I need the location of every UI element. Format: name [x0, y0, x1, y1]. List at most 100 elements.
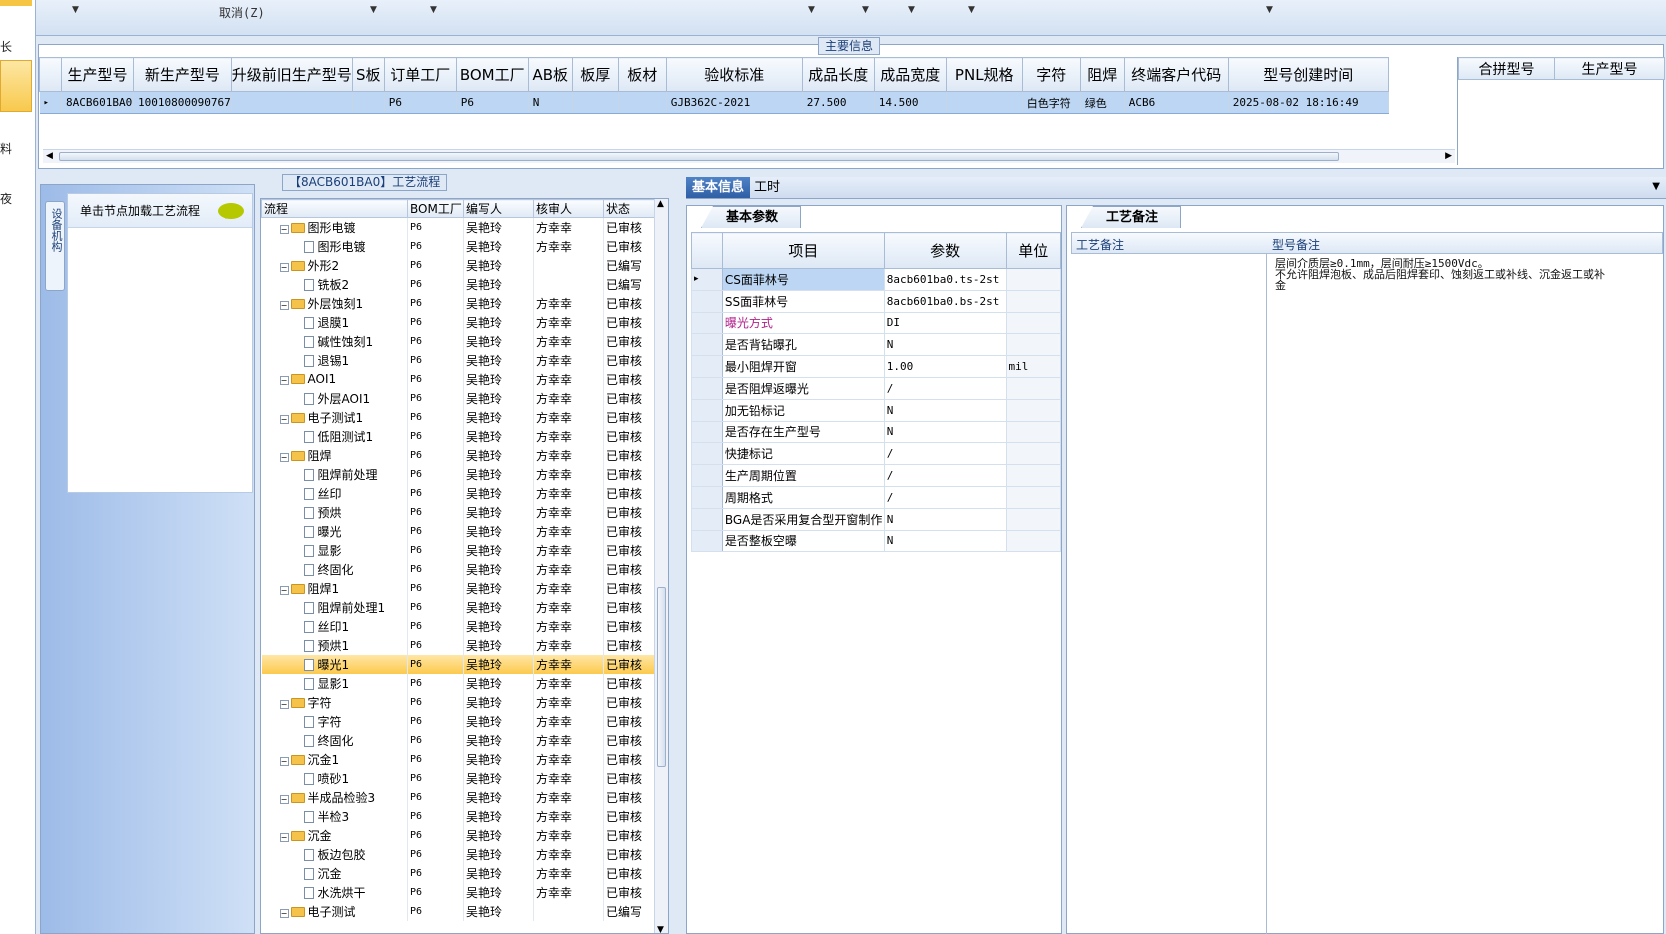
main-col-header[interactable]: 订单工厂: [383, 57, 457, 92]
param-value[interactable]: N: [883, 398, 1007, 422]
tree-node[interactable]: 半检3: [261, 806, 408, 826]
tree-row[interactable]: 丝印1 P6 吴艳玲 方幸幸 已审核: [261, 616, 656, 636]
main-cell[interactable]: [946, 91, 1023, 114]
collapse-icon[interactable]: −: [279, 908, 289, 918]
model-remark-text[interactable]: 层间介质层≥0.1mm，层间耐压≥1500Vdc。 不允许阻焊泡板、成品后阻焊套…: [1275, 258, 1645, 291]
tree-row[interactable]: 曝光1 P6 吴艳玲 方幸幸 已审核: [261, 654, 656, 674]
main-col-header[interactable]: 成品长度: [801, 57, 875, 92]
param-row[interactable]: 快捷标记 /: [691, 442, 1061, 466]
tree-node[interactable]: 喷砂1: [261, 768, 408, 788]
merge-col-header[interactable]: 合拼型号: [1458, 57, 1555, 80]
param-unit[interactable]: [1005, 376, 1061, 400]
param-row[interactable]: ▸ CS面菲林号 8acb601ba0.ts-2st: [691, 268, 1061, 291]
tree-row[interactable]: 碱性蚀刻1 P6 吴艳玲 方幸幸 已审核: [261, 331, 656, 351]
param-row[interactable]: 是否存在生产型号 N: [691, 420, 1061, 444]
dropdown-arrow-icon[interactable]: ▼: [808, 5, 815, 15]
params-col-header[interactable]: 参数: [883, 232, 1007, 269]
tree-node[interactable]: 板边包胶: [261, 844, 408, 864]
main-col-header[interactable]: 升级前旧生产型号: [230, 57, 353, 92]
nav-side-tab[interactable]: 设备机构: [45, 201, 65, 291]
tree-col-header[interactable]: 状态: [603, 199, 656, 218]
main-cell[interactable]: 27.500: [802, 91, 875, 114]
tree-node[interactable]: 退锡1: [261, 350, 408, 370]
left-nav-label[interactable]: 长: [0, 38, 12, 55]
collapse-icon[interactable]: −: [279, 699, 289, 709]
param-value[interactable]: /: [883, 376, 1007, 400]
collapse-icon[interactable]: −: [279, 794, 289, 804]
tree-row[interactable]: 板边包胶 P6 吴艳玲 方幸幸 已审核: [261, 844, 656, 864]
tree-node[interactable]: − 阻焊: [261, 445, 408, 465]
merge-col-header[interactable]: 生产型号: [1554, 57, 1665, 80]
tree-node[interactable]: − 半成品检验3: [261, 787, 408, 807]
main-cell[interactable]: 14.500: [874, 91, 947, 114]
scroll-thumb[interactable]: [59, 152, 1339, 161]
tree-node[interactable]: 显影: [261, 540, 408, 560]
tree-node[interactable]: 预烘1: [261, 635, 408, 655]
tree-row[interactable]: − 沉金1 P6 吴艳玲 方幸幸 已审核: [261, 749, 656, 769]
tree-node[interactable]: 水洗烘干: [261, 882, 408, 902]
main-cell[interactable]: ACB6: [1124, 91, 1229, 114]
cancel-button[interactable]: 取消(Z): [219, 4, 265, 21]
tree-row[interactable]: 曝光 P6 吴艳玲 方幸幸 已审核: [261, 521, 656, 541]
main-cell[interactable]: 绿色: [1080, 91, 1125, 114]
main-cell[interactable]: [352, 91, 385, 114]
param-unit[interactable]: [1005, 311, 1061, 335]
tree-row[interactable]: 显影1 P6 吴艳玲 方幸幸 已审核: [261, 673, 656, 693]
param-row[interactable]: SS面菲林号 8acb601ba0.bs-2st: [691, 289, 1061, 313]
tree-node[interactable]: 碱性蚀刻1: [261, 331, 408, 351]
tree-row[interactable]: 显影 P6 吴艳玲 方幸幸 已审核: [261, 540, 656, 560]
tree-node[interactable]: 退膜1: [261, 312, 408, 332]
param-unit[interactable]: [1005, 289, 1061, 313]
tree-node[interactable]: 曝光: [261, 521, 408, 541]
param-value[interactable]: 1.00: [883, 355, 1007, 378]
param-unit[interactable]: [1005, 529, 1061, 553]
tree-node[interactable]: 沉金: [261, 863, 408, 883]
remarks-title[interactable]: 工艺备注: [1081, 206, 1181, 228]
tree-node[interactable]: − 外层蚀刻1: [261, 293, 408, 313]
tab-basic-info[interactable]: 基本信息: [686, 177, 751, 198]
tree-row[interactable]: − 外层蚀刻1 P6 吴艳玲 方幸幸 已审核: [261, 293, 656, 313]
tree-row[interactable]: − 阻焊1 P6 吴艳玲 方幸幸 已审核: [261, 578, 656, 598]
tree-node[interactable]: 丝印: [261, 483, 408, 503]
main-col-header[interactable]: BOM工厂: [455, 57, 529, 92]
tree-node[interactable]: 曝光1: [261, 654, 408, 674]
scroll-thumb[interactable]: [657, 587, 666, 767]
param-row[interactable]: 是否背钻曝孔 N: [691, 333, 1061, 357]
tree-row[interactable]: − 图形电镀 P6 吴艳玲 方幸幸 已审核: [261, 217, 656, 237]
tree-row[interactable]: − AOI1 P6 吴艳玲 方幸幸 已审核: [261, 369, 656, 389]
collapse-icon[interactable]: −: [279, 224, 289, 234]
dropdown-arrow-icon[interactable]: ▼: [370, 5, 377, 15]
tree-node[interactable]: 终固化: [261, 559, 408, 579]
dropdown-arrow-icon[interactable]: ▼: [430, 5, 437, 15]
param-row[interactable]: 是否整板空曝 N: [691, 529, 1061, 553]
tree-row[interactable]: − 外形2 P6 吴艳玲 已编写: [261, 255, 656, 275]
param-row[interactable]: 生产周期位置 /: [691, 464, 1061, 487]
param-unit[interactable]: [1005, 507, 1061, 531]
tree-row[interactable]: − 电子测试1 P6 吴艳玲 方幸幸 已审核: [261, 407, 656, 427]
tab-menu-arrow-icon[interactable]: ▼: [1652, 181, 1660, 192]
tree-row[interactable]: − 沉金 P6 吴艳玲 方幸幸 已审核: [261, 825, 656, 845]
tree-col-header[interactable]: BOM工厂: [407, 199, 464, 218]
tree-row[interactable]: 水洗烘干 P6 吴艳玲 方幸幸 已审核: [261, 882, 656, 902]
tree-row[interactable]: 喷砂1 P6 吴艳玲 方幸幸 已审核: [261, 768, 656, 788]
param-value[interactable]: 8acb601ba0.bs-2st: [883, 289, 1007, 313]
main-col-header[interactable]: 阻焊: [1079, 57, 1125, 92]
param-unit[interactable]: [1005, 333, 1061, 357]
tree-node[interactable]: − 阻焊1: [261, 578, 408, 598]
param-unit[interactable]: [1005, 268, 1061, 291]
main-cell[interactable]: 2025-08-02 18:16:49: [1228, 91, 1389, 114]
main-col-header[interactable]: 验收标准: [665, 57, 803, 92]
tree-node[interactable]: 阻焊前处理1: [261, 597, 408, 617]
tree-node[interactable]: 铣板2: [261, 274, 408, 294]
process-remark-field[interactable]: [1071, 254, 1267, 934]
tree-vscrollbar[interactable]: ▲ ▼: [654, 199, 668, 933]
main-col-header[interactable]: 板厚: [571, 57, 619, 92]
tree-row[interactable]: − 半成品检验3 P6 吴艳玲 方幸幸 已审核: [261, 787, 656, 807]
tree-row[interactable]: 预烘 P6 吴艳玲 方幸幸 已审核: [261, 502, 656, 522]
main-cell[interactable]: P6: [456, 91, 529, 114]
param-unit[interactable]: mil: [1005, 355, 1061, 378]
dropdown-arrow-icon[interactable]: ▼: [862, 5, 869, 15]
tree-row[interactable]: − 字符 P6 吴艳玲 方幸幸 已审核: [261, 692, 656, 712]
tree-col-header[interactable]: 核审人: [533, 199, 604, 218]
param-value[interactable]: DI: [883, 311, 1007, 335]
